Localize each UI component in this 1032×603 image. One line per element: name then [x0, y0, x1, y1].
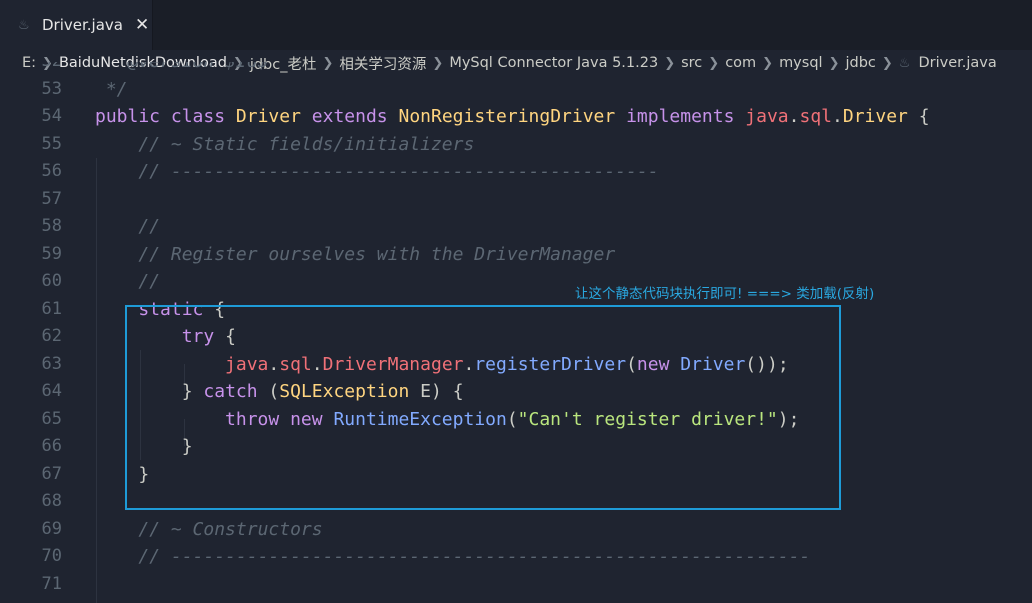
line-number: 65 [41, 408, 62, 429]
line-number: 69 [41, 518, 62, 539]
line-number: 60 [41, 271, 62, 291]
code-text: // -------------------------------------… [138, 161, 659, 182]
line-number: 71 [41, 573, 62, 594]
line-number: 55 [41, 133, 62, 154]
line-number: 52 [0, 62, 62, 75]
code-text: // ~ Constructors [138, 518, 323, 540]
code-text: // -------------------------------------… [138, 546, 811, 567]
line-number: 58 [41, 216, 62, 236]
code-text: // ~ Static fields/initializers [138, 133, 475, 155]
code-line[interactable]: 70 // ----------------------------------… [0, 543, 1032, 570]
line-number: 59 [41, 243, 62, 264]
tab-label: Driver.java [42, 16, 123, 34]
code-line[interactable]: 56 // ----------------------------------… [0, 158, 1032, 185]
code-text: */ [95, 78, 128, 100]
line-number: 54 [41, 106, 62, 126]
line-number: 62 [41, 326, 62, 346]
code-line[interactable]: 59 // Register ourselves with the Driver… [0, 241, 1032, 268]
line-number: 70 [41, 546, 62, 566]
code-text: // [138, 271, 161, 292]
line-number: 68 [41, 491, 62, 511]
code-line[interactable]: 58 // [0, 213, 1032, 240]
code-line[interactable]: 71 [0, 571, 1032, 598]
line-number: 56 [41, 161, 62, 181]
code-line[interactable]: 55 // ~ Static fields/initializers [0, 131, 1032, 158]
line-number: 66 [41, 436, 62, 456]
code-text: // Register ourselves with the DriverMan… [138, 243, 616, 265]
line-number: 67 [41, 463, 62, 484]
code-line[interactable]: 54 public class Driver extends NonRegiste… [0, 103, 1032, 130]
annotation-note: 让这个静态代码块执行即可! ===> 类加载(反射) [575, 286, 875, 302]
code-text: public class Driver extends NonRegisteri… [95, 106, 930, 127]
line-number: 57 [41, 188, 62, 209]
highlight-box [125, 305, 841, 510]
code-line[interactable]: 57 [0, 186, 1032, 213]
line-number: 53 [41, 78, 62, 99]
java-file-icon: ♨ [18, 17, 30, 33]
code-line[interactable]: 69 // ~ Constructors [0, 516, 1032, 543]
code-text: * @version $Id$ [95, 62, 269, 75]
code-line[interactable]: 52 * @version $Id$ [0, 62, 1032, 75]
tab-driver-java[interactable]: ♨ Driver.java ✕ [0, 0, 153, 50]
line-number: 61 [41, 298, 62, 319]
line-number: 63 [41, 353, 62, 374]
code-line[interactable]: 53 */ [0, 76, 1032, 103]
code-text: // [138, 216, 161, 237]
code-line[interactable]: 60 // [0, 268, 1032, 295]
close-icon[interactable]: ✕ [135, 15, 149, 35]
line-number: 64 [41, 381, 62, 401]
tab-bar: ♨ Driver.java ✕ [0, 0, 1032, 50]
